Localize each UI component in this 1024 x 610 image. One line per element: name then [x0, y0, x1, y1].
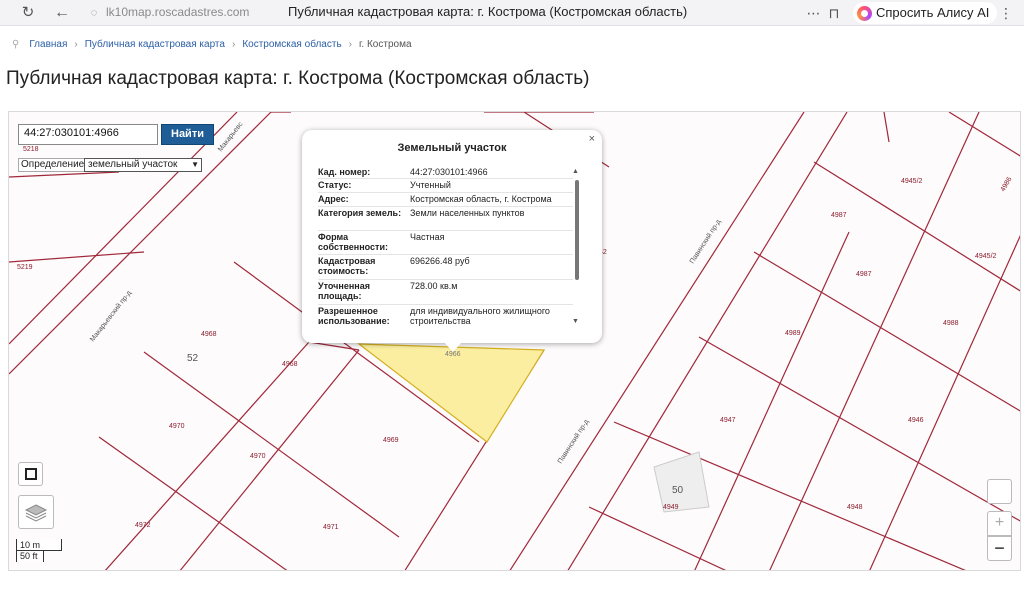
fullscreen-button[interactable]: [987, 479, 1012, 504]
more-menu-icon[interactable]: ⋯: [804, 3, 824, 23]
parcel-label: 4971: [323, 524, 339, 531]
browser-menu-icon[interactable]: ⋮: [996, 3, 1016, 23]
zoom-out-button[interactable]: −: [987, 536, 1012, 561]
selected-parcel: [357, 343, 546, 443]
ask-alice-label: Спросить Алису AI: [876, 5, 990, 20]
parcel-label: 4946: [908, 417, 924, 424]
info-value: для индивидуального жилищного строительс…: [410, 306, 550, 326]
scroll-up-icon[interactable]: ▲: [572, 168, 579, 175]
breadcrumb-home[interactable]: Главная: [29, 39, 67, 50]
info-value: 728.00 кв.м: [410, 281, 458, 291]
info-key: Адрес:: [318, 194, 349, 204]
back-arrow-icon[interactable]: ←: [52, 3, 72, 23]
house-number: 52: [187, 353, 199, 364]
info-row: Статус: Учтенный: [318, 179, 573, 193]
breadcrumb-separator: ›: [74, 39, 78, 50]
alice-icon: [857, 5, 872, 21]
parcel-label: 5219: [17, 264, 33, 271]
parcel-label: 4987: [856, 271, 872, 278]
browser-toolbar: ↻ ← ◌ lk10map.roscadastres.com Публичная…: [0, 0, 1024, 26]
info-key: Кадастровая стоимость:: [318, 256, 376, 276]
info-row: Адрес: Костромская область, г. Кострома: [318, 193, 573, 207]
cadastral-number-input[interactable]: 44:27:030101:4966: [18, 124, 158, 145]
info-row: Кадастровая стоимость: 696266.48 руб: [318, 255, 573, 280]
info-key: Кад. номер:: [318, 167, 371, 177]
info-value: Учтенный: [410, 180, 451, 190]
parcel-label: 4948: [847, 504, 863, 511]
parcel-label: 4968: [201, 331, 217, 338]
info-key: Уточненная площадь:: [318, 281, 370, 301]
basemap-icon: [25, 468, 37, 480]
popup-title: Земельный участок: [397, 142, 507, 154]
info-value: Костромская область, г. Кострома: [410, 194, 552, 204]
breadcrumb-current: г. Кострома: [359, 39, 412, 50]
breadcrumb-separator: ›: [231, 39, 236, 50]
parcel-label: 4989: [785, 330, 801, 337]
definition-select-value: земельный участок: [88, 159, 178, 170]
info-row: Категория земель: Земли населенных пункто…: [318, 207, 573, 231]
chevron-down-icon: ▼: [191, 160, 199, 169]
location-pin-icon: ⚲: [12, 39, 20, 50]
breadcrumb: ⚲ Главная › Публичная кадастровая карта …: [12, 39, 412, 50]
parcel-label: 4969: [383, 437, 399, 444]
scale-meters: 10 m: [16, 539, 62, 551]
info-key: Разрешенное использование:: [318, 306, 390, 326]
parcel-label: 4986: [1000, 176, 1014, 193]
breadcrumb-separator: ›: [348, 39, 352, 50]
info-key: Форма собственности:: [318, 232, 388, 252]
popup-scrollbar[interactable]: [575, 180, 579, 280]
breadcrumb-region[interactable]: Костромская область: [242, 39, 341, 50]
info-key: Категория земель:: [318, 208, 402, 218]
parcel-label: 4988: [943, 320, 959, 327]
parcel-info-popup: × Земельный участок Кад. номер: 44:27:030…: [302, 130, 602, 352]
scroll-down-icon[interactable]: ▼: [572, 318, 579, 325]
site-info-icon[interactable]: ◌: [84, 3, 104, 23]
street-label: Павинский пр-д: [688, 218, 722, 265]
building: [653, 451, 710, 513]
selected-parcel-label: 4966: [445, 351, 461, 358]
info-value: Частная: [410, 232, 445, 242]
popup-pointer: [444, 342, 462, 352]
info-row: Кад. номер: 44:27:030101:4966: [318, 166, 573, 179]
parcel-label: 4987: [831, 212, 847, 219]
info-value: Земли населенных пунктов: [410, 208, 525, 218]
scale-feet: 50 ft: [16, 551, 44, 562]
info-row: Форма собственности: Частная: [318, 231, 573, 255]
definition-label: Определение:: [18, 158, 90, 172]
bookmark-icon[interactable]: ⊓: [824, 3, 844, 23]
parcel-label: 4947: [720, 417, 736, 424]
parcel-label: 4945/2: [975, 253, 997, 260]
street-label: Павинский пр-д: [556, 418, 590, 465]
parcel-label: 4970: [250, 453, 266, 460]
refresh-icon[interactable]: ↻: [18, 3, 38, 23]
layers-icon: [24, 504, 48, 522]
ask-alice-button[interactable]: Спросить Алису AI: [853, 2, 998, 24]
street-label: Макарьевский пр-д: [88, 289, 133, 343]
basemap-toggle-button[interactable]: [18, 462, 43, 486]
street-label: Макарьевс: [217, 121, 245, 154]
find-button[interactable]: Найти: [161, 124, 214, 145]
info-row: Уточненная площадь: 728.00 кв.м: [318, 280, 573, 305]
info-value: 696266.48 руб: [410, 256, 470, 266]
tab-title: Публичная кадастровая карта: г. Кострома…: [288, 4, 688, 19]
cadastral-map[interactable]: 5218 5219 4968 4968 4970 4970 4969 4972 …: [8, 111, 1021, 571]
parcel-label: 4970: [169, 423, 185, 430]
breadcrumb-cadastral-map[interactable]: Публичная кадастровая карта: [85, 39, 225, 50]
address-bar[interactable]: lk10map.roscadastres.com: [106, 5, 249, 19]
parcel-label: 5218: [23, 146, 39, 153]
definition-select[interactable]: земельный участок ▼: [84, 158, 202, 172]
parcel-label: 4949: [663, 504, 679, 511]
house-number: 50: [672, 485, 684, 496]
info-value: 44:27:030101:4966: [410, 167, 488, 177]
parcel-label: 4968: [282, 361, 298, 368]
zoom-in-button[interactable]: +: [987, 511, 1012, 536]
parcel-label: 4945/2: [901, 178, 923, 185]
layers-button[interactable]: [18, 495, 54, 529]
info-row: Разрешенное использование: для индивидуал…: [318, 305, 573, 329]
parcel-label: 4972: [135, 522, 151, 529]
parcel-info-table: Кад. номер: 44:27:030101:4966 Статус: Учте…: [318, 166, 573, 329]
info-key: Статус:: [318, 180, 352, 190]
page-title: Публичная кадастровая карта: г. Кострома…: [6, 68, 590, 89]
